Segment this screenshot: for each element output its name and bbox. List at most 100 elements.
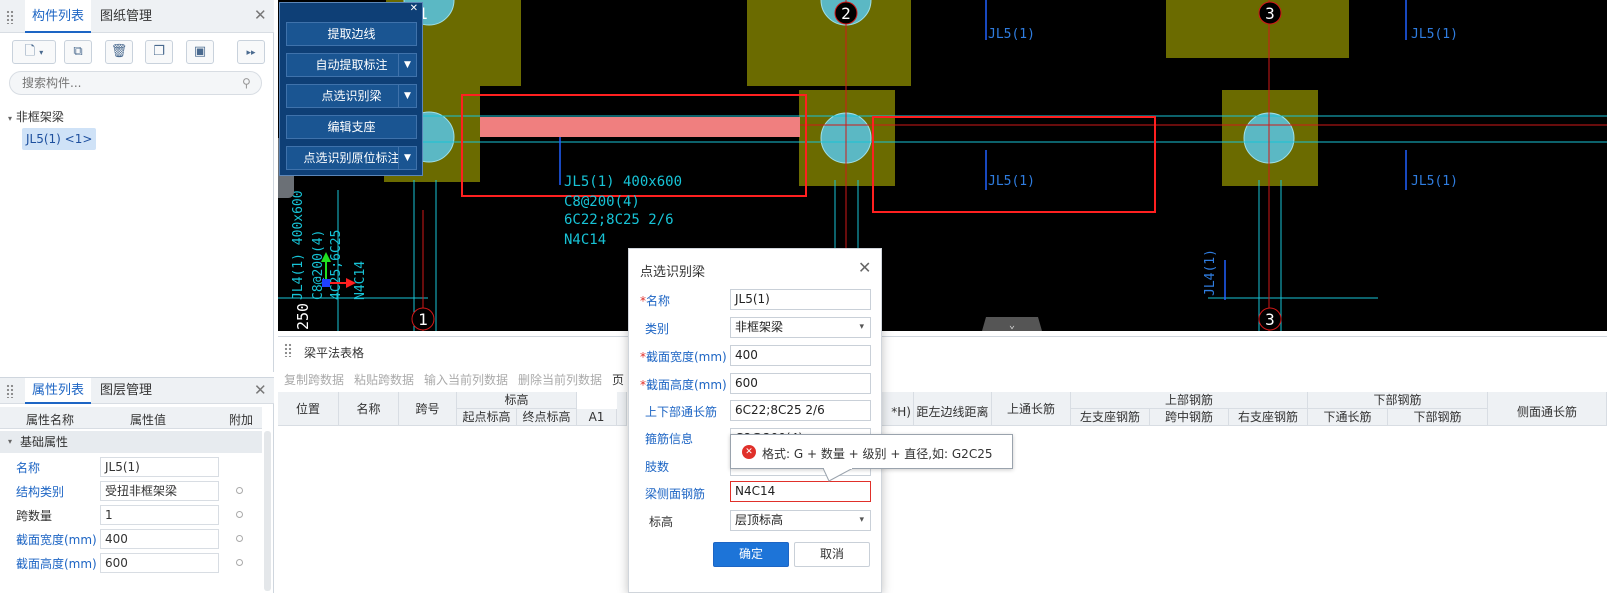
col-bottom-long-rebar: 下通长筋: [1308, 409, 1388, 426]
property-row: 截面宽度(mm) 400: [0, 527, 262, 551]
selection-box: [872, 116, 1156, 213]
name-field[interactable]: JL5(1): [730, 289, 871, 310]
property-name: 截面宽度(mm): [16, 533, 97, 547]
paste-span-data-button[interactable]: 粘贴跨数据: [354, 371, 414, 388]
extra-checkbox[interactable]: [236, 535, 243, 542]
search-icon: ⚲: [242, 76, 251, 90]
copy-span-data-button[interactable]: 复制跨数据: [284, 371, 344, 388]
edit-support-button[interactable]: 编辑支座: [286, 115, 417, 139]
section-height-field[interactable]: 600: [730, 373, 871, 394]
tab-drawing-management[interactable]: 图纸管理: [93, 0, 159, 33]
axis-bubble: 3: [1258, 307, 1282, 331]
col-top-long-rebar: 上通长筋: [992, 392, 1071, 426]
vertical-annotation: C8@200(4): [311, 230, 326, 300]
extra-checkbox[interactable]: [236, 559, 243, 566]
new-file-icon: 🗋: [24, 44, 36, 59]
ok-button[interactable]: 确定: [713, 542, 789, 567]
trash-icon: 🗑: [110, 44, 128, 59]
tab-layer-management[interactable]: 图层管理: [93, 378, 159, 404]
elevation-select[interactable]: 层顶标高: [730, 510, 871, 531]
button-label: 编辑支座: [327, 120, 376, 134]
property-header-row: 属性名称 属性值 附加: [0, 407, 262, 429]
component-list-panel: 构件列表 图纸管理 ✕ 🗋 ▾ ⧉ 🗑 ❐ ▣ ▸▸ ⚲ ▾ 非框架梁 JL5(…: [0, 0, 274, 372]
more-button[interactable]: ▸▸: [237, 40, 265, 64]
category-select[interactable]: 非框架梁: [730, 317, 871, 338]
col-top-rebar: 上部钢筋: [1071, 392, 1308, 409]
button-label: 点选识别梁: [321, 89, 382, 103]
drag-grip-icon[interactable]: [284, 343, 292, 357]
search-input[interactable]: [9, 71, 262, 95]
drag-grip-icon[interactable]: [6, 10, 14, 24]
extra-checkbox[interactable]: [236, 487, 243, 494]
col-span: 跨号: [399, 392, 457, 426]
chevron-down-icon: ▾: [39, 48, 44, 57]
col-mid-span-rebar: 跨中钢筋: [1150, 409, 1229, 426]
page-button[interactable]: 页: [612, 371, 624, 388]
group-basic-attributes[interactable]: ▾ 基础属性: [0, 431, 262, 453]
tab-component-list[interactable]: 构件列表: [25, 0, 92, 33]
col-a1: A1: [577, 409, 617, 426]
button-label: 点选识别原位标注: [303, 151, 400, 165]
cancel-button[interactable]: 取消: [794, 542, 870, 567]
property-value-field[interactable]: JL5(1): [100, 457, 219, 477]
property-row: 截面高度(mm) 600: [0, 551, 262, 575]
copy-button[interactable]: ⧉: [64, 40, 92, 64]
pick-recognize-original-label-button[interactable]: 点选识别原位标注 ▼: [286, 146, 417, 170]
input-current-column-button[interactable]: 输入当前列数据: [424, 371, 508, 388]
tab-property-list[interactable]: 属性列表: [25, 378, 92, 404]
tooltip-text: 格式: G + 数量 + 级别 + 直径,如: G2C25: [762, 447, 993, 461]
col-bottom-rebar: 下部钢筋: [1308, 392, 1488, 409]
chevron-down-icon[interactable]: ▼: [398, 147, 416, 169]
drag-grip-icon[interactable]: [6, 384, 14, 398]
new-component-button[interactable]: 🗋 ▾: [12, 40, 56, 64]
property-value-field[interactable]: 1: [100, 505, 219, 525]
col-name: 名称: [339, 392, 399, 426]
close-icon[interactable]: ✕: [254, 383, 267, 398]
dialog-title: 点选识别梁: [640, 265, 706, 280]
axis-bubble: 2: [834, 1, 858, 25]
axis-label: 2: [841, 4, 851, 23]
property-value-field[interactable]: 600: [100, 553, 219, 573]
floor-icon: ▣: [193, 44, 207, 59]
beam-label: JL5(1): [1411, 174, 1458, 189]
side-rebar-field[interactable]: N4C14: [730, 481, 871, 502]
property-panel: 属性列表 图层管理 ✕ 属性名称 属性值 附加 ▾ 基础属性 名称 JL5(1) 结…: [0, 377, 274, 593]
chevron-down-icon[interactable]: ▼: [398, 85, 416, 107]
close-icon[interactable]: ✕: [254, 8, 267, 23]
col-end-elevation: 终点标高: [517, 409, 577, 426]
auto-extract-label-button[interactable]: 自动提取标注 ▼: [286, 53, 417, 77]
tree-item-jl5[interactable]: JL5(1) <1>: [22, 128, 97, 150]
extra-checkbox[interactable]: [236, 511, 243, 518]
property-scrollbar[interactable]: [264, 431, 271, 591]
property-value-field[interactable]: 400: [100, 529, 219, 549]
pick-recognize-beam-button[interactable]: 点选识别梁 ▼: [286, 84, 417, 108]
chevron-down-icon[interactable]: ▼: [398, 54, 416, 76]
property-row: 跨数量 1: [0, 503, 262, 527]
axis-label: 3: [1265, 310, 1275, 329]
property-value-field[interactable]: 受扭非框架梁: [100, 481, 219, 501]
extract-edge-button[interactable]: 提取边线: [286, 22, 417, 46]
field-label-width: *截面宽度(mm): [640, 350, 727, 364]
duplicate-button[interactable]: ❐: [145, 40, 173, 64]
button-label: 自动提取标注: [315, 58, 388, 72]
col-extra: 附加: [229, 413, 254, 427]
section-width-field[interactable]: 400: [730, 345, 871, 366]
tree-group-non-frame-beam[interactable]: ▾ 非框架梁: [8, 108, 64, 125]
long-rebar-field[interactable]: 6C22;8C25 2/6: [730, 400, 871, 421]
vertical-annotation: JL4(1) 400x600: [291, 190, 306, 300]
dimension-text: 250: [294, 303, 312, 330]
floor-copy-button[interactable]: ▣: [186, 40, 214, 64]
delete-button[interactable]: 🗑: [105, 40, 133, 64]
cad-drawing-svg[interactable]: 2 3 1 3 1 JL5(1) JL5(1) JL5(1) JL5(1) JL…: [278, 0, 1607, 331]
cad-drawing-canvas[interactable]: 2 3 1 3 1 JL5(1) JL5(1) JL5(1) JL5(1) JL…: [278, 0, 1607, 331]
button-label: 提取边线: [327, 27, 376, 41]
delete-current-column-button[interactable]: 删除当前列数据: [518, 371, 602, 388]
close-icon[interactable]: ✕: [858, 258, 871, 277]
pick-recognize-beam-dialog: 点选识别梁 ✕ *名称 JL5(1) 类别 非框架梁 *截面宽度(mm) 400…: [628, 248, 882, 593]
close-icon[interactable]: ✕: [410, 3, 418, 14]
caret-down-icon: ▾: [8, 437, 13, 446]
selected-beam[interactable]: [480, 117, 800, 137]
col-property-value: 属性值: [130, 413, 167, 427]
field-label-side-rebar: 梁侧面钢筋: [645, 487, 706, 501]
col-left-support-rebar: 左支座钢筋: [1071, 409, 1150, 426]
